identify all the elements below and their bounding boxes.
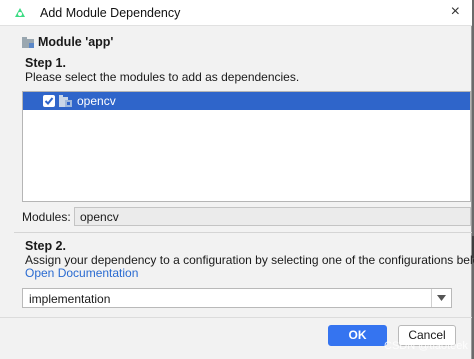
open-documentation-link[interactable]: Open Documentation [25, 266, 138, 280]
add-module-dependency-dialog: Add Module Dependency × Module 'app' Ste… [0, 0, 474, 359]
module-folder-icon [22, 37, 34, 48]
modules-field: opencv [74, 207, 471, 226]
list-item-opencv[interactable]: opencv [23, 92, 470, 110]
configuration-value: implementation [29, 292, 111, 306]
module-label: Module 'app' [38, 35, 114, 49]
step1-description: Please select the modules to add as depe… [25, 70, 300, 84]
modules-field-value: opencv [80, 210, 119, 224]
step2-title: Step 2. [25, 239, 66, 253]
ok-button[interactable]: OK [328, 325, 387, 346]
module-checkbox[interactable] [43, 95, 55, 107]
modules-label: Modules: [22, 210, 71, 224]
title-bar: Add Module Dependency × [0, 0, 472, 26]
close-icon[interactable]: × [451, 3, 460, 21]
configuration-dropdown[interactable]: implementation [22, 288, 452, 308]
watermark: CSDN @tiaoteek [384, 340, 468, 352]
android-studio-icon [15, 8, 25, 17]
window-title: Add Module Dependency [40, 6, 181, 20]
step2-description: Assign your dependency to a configuratio… [25, 253, 474, 267]
checkmark-icon [44, 97, 54, 105]
dropdown-arrow-button[interactable] [431, 289, 451, 307]
step1-title: Step 1. [25, 56, 66, 70]
library-module-icon [59, 95, 72, 107]
module-name: opencv [77, 94, 116, 108]
chevron-down-icon [437, 295, 446, 301]
footer-divider [0, 317, 472, 318]
section-divider [14, 232, 472, 233]
module-list[interactable]: opencv [22, 91, 471, 202]
